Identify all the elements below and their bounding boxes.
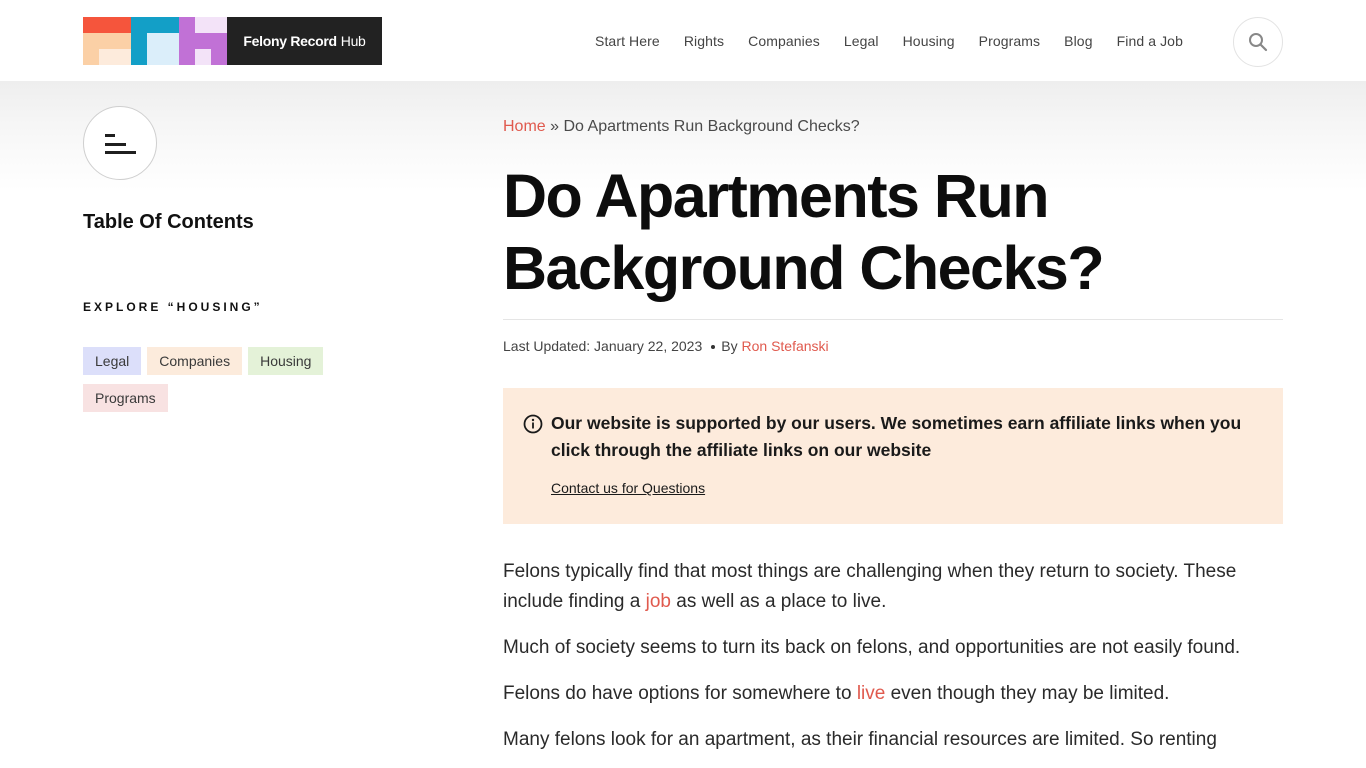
article-body: Felons typically find that most things a… (503, 557, 1283, 768)
author-link[interactable]: Ron Stefanski (742, 338, 829, 354)
nav-blog[interactable]: Blog (1064, 33, 1092, 49)
breadcrumb-current: Do Apartments Run Background Checks? (563, 118, 860, 135)
notice-text: Our website is supported by our users. W… (551, 413, 1242, 460)
nav-programs[interactable]: Programs (979, 33, 1040, 49)
toc-menu-icon-bar (105, 151, 136, 154)
paragraph-text: Felons do have options for somewhere to (503, 683, 857, 704)
breadcrumb: Home » Do Apartments Run Background Chec… (503, 118, 860, 136)
title-divider (503, 319, 1283, 320)
live-link[interactable]: live (857, 683, 886, 704)
tag-legal[interactable]: Legal (83, 347, 142, 375)
nav-find-a-job[interactable]: Find a Job (1117, 33, 1183, 49)
breadcrumb-home[interactable]: Home (503, 118, 546, 135)
paragraph-text: as well as a place to live. (670, 591, 887, 612)
article-meta: Last Updated: January 22, 2023 By Ron Ste… (503, 338, 829, 354)
paragraph: Felons do have options for somewhere to … (503, 679, 1283, 709)
paragraph: Felons typically find that most things a… (503, 557, 1283, 617)
toc-title: Table Of Contents (83, 211, 254, 233)
nav-legal[interactable]: Legal (844, 33, 879, 49)
toc-toggle-button[interactable] (83, 106, 157, 180)
site-header: Felony Record Hub Start Here Rights Comp… (0, 0, 1366, 81)
toc-menu-icon-bar (105, 143, 126, 146)
site-logo[interactable]: Felony Record Hub (83, 17, 382, 65)
info-icon (523, 414, 543, 434)
contact-link[interactable]: Contact us for Questions (551, 480, 705, 496)
main-nav: Start Here Rights Companies Legal Housin… (595, 33, 1207, 49)
tag-companies[interactable]: Companies (147, 347, 243, 375)
page-title: Do Apartments Run Background Checks? (503, 162, 1105, 302)
search-icon (1249, 33, 1268, 52)
paragraph-text: even though they may be limited. (885, 683, 1170, 704)
paragraph: Many felons look for an apartment, as th… (503, 729, 1217, 750)
nav-housing[interactable]: Housing (903, 33, 955, 49)
affiliate-notice: Our website is supported by our users. W… (503, 388, 1283, 524)
job-link[interactable]: job (646, 591, 671, 612)
breadcrumb-separator: » (550, 118, 560, 135)
logo-text: Felony Record Hub (227, 17, 382, 65)
logo-text-bold: Felony Record (243, 33, 337, 49)
last-updated: Last Updated: January 22, 2023 (503, 338, 703, 354)
meta-separator-dot (711, 345, 716, 350)
by-label: By (721, 338, 738, 354)
tag-programs[interactable]: Programs (83, 384, 168, 412)
nav-start-here[interactable]: Start Here (595, 33, 660, 49)
category-tags: Legal Companies Housing Programs (83, 347, 343, 412)
logo-mark (83, 17, 227, 65)
toc-menu-icon-bar (105, 134, 115, 137)
tag-housing[interactable]: Housing (248, 347, 324, 375)
explore-heading: EXPLORE “HOUSING” (83, 300, 263, 314)
logo-text-light: Hub (340, 33, 366, 49)
search-button[interactable] (1233, 17, 1283, 67)
nav-rights[interactable]: Rights (684, 33, 724, 49)
paragraph: Much of society seems to turn its back o… (503, 637, 1241, 658)
nav-companies[interactable]: Companies (748, 33, 820, 49)
